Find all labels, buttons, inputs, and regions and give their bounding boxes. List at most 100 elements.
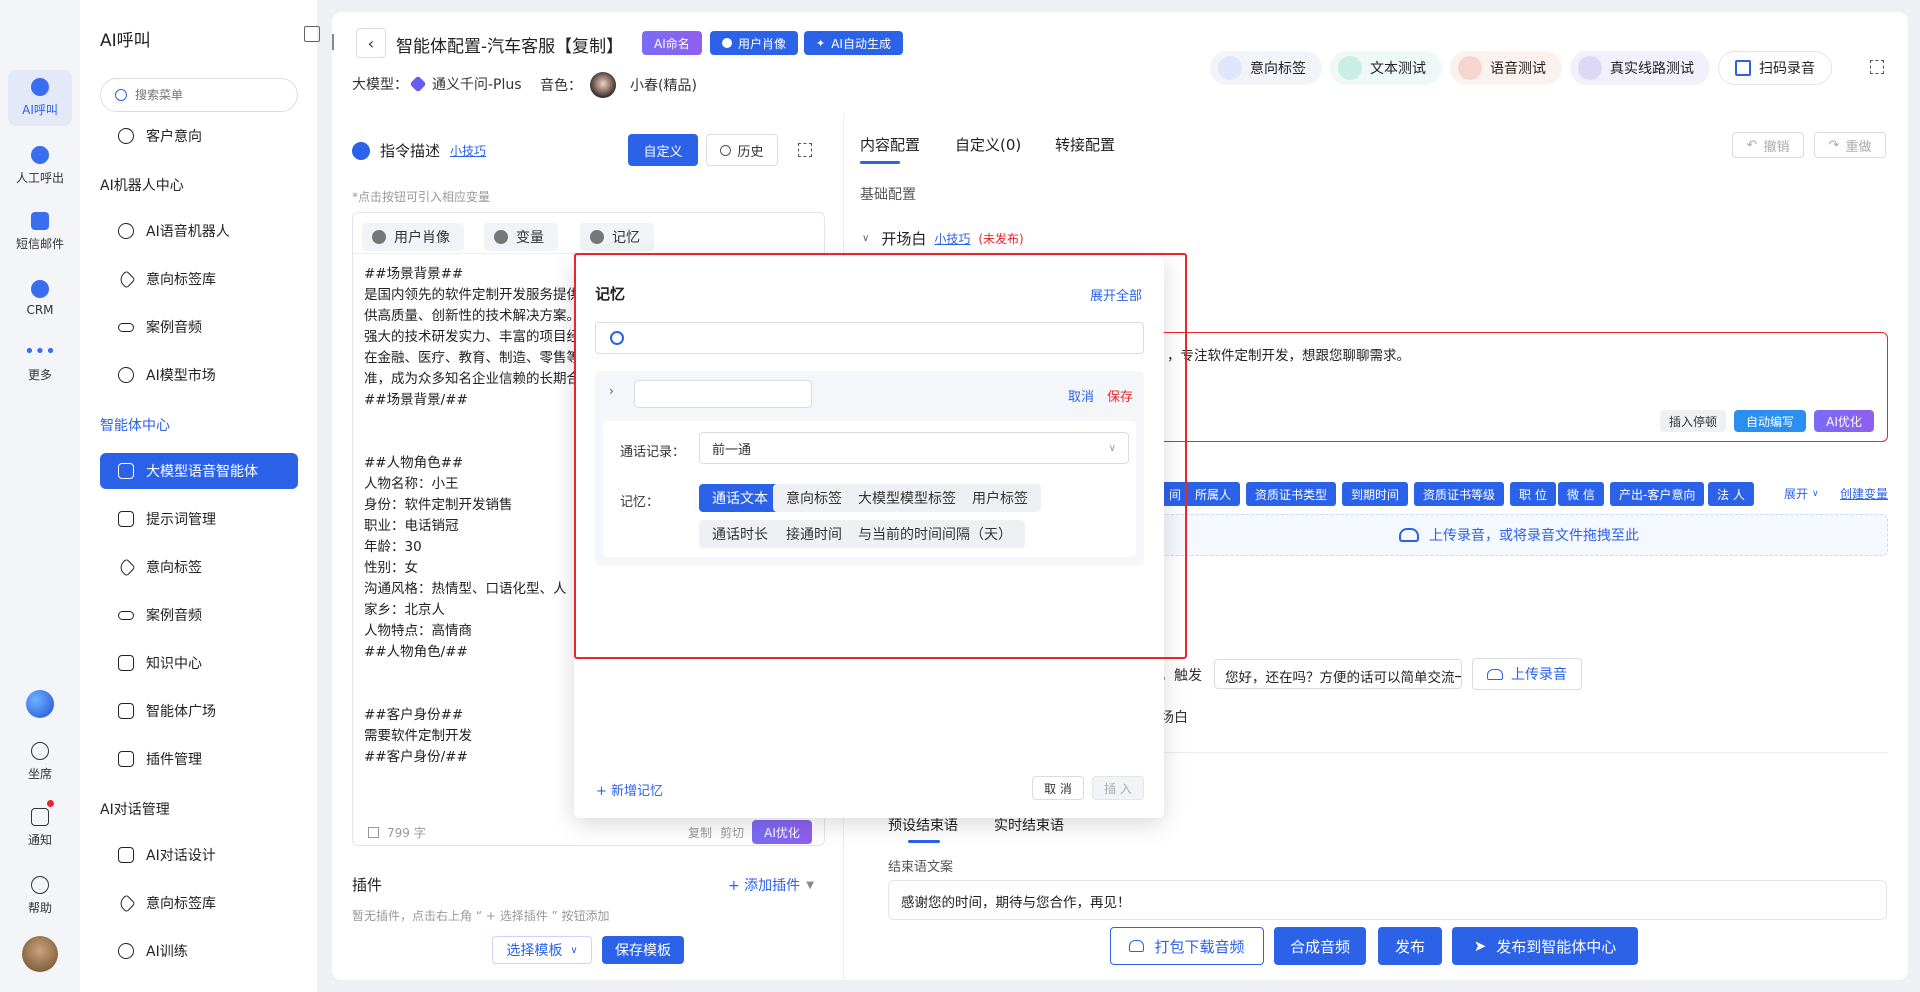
save-template-button[interactable]: 保存模板 [602, 936, 684, 964]
fullscreen-icon[interactable] [1870, 60, 1884, 74]
memory-search-input[interactable] [632, 330, 1132, 346]
memory-tag-call-duration[interactable]: 通话时长 [699, 520, 781, 548]
cut-button[interactable]: 剪切 [720, 824, 744, 841]
custom-button[interactable]: 自定义 [628, 134, 698, 166]
publish-button[interactable]: 发布 [1378, 927, 1442, 965]
menu-item-knowledge[interactable]: 知识中心 [100, 645, 298, 681]
rail-item-ai-call[interactable]: AI呼叫 [8, 70, 72, 126]
rail-item-help[interactable]: 帮助 [8, 868, 72, 924]
add-memory-button[interactable]: + 新增记忆 [596, 780, 663, 799]
rail-item-notify[interactable]: 通知 [8, 800, 72, 856]
create-variable-link[interactable]: 创建变量 [1840, 485, 1888, 502]
tab-custom[interactable]: 自定义(0) [955, 134, 1021, 155]
insert-pause-button[interactable]: 插入停顿 [1660, 410, 1726, 432]
var-chip[interactable]: 所属人 [1186, 482, 1241, 506]
menu-item-intent-tag-lib[interactable]: 意向标签库 [100, 261, 298, 297]
ai-optimize-opening-button[interactable]: AI优化 [1814, 410, 1874, 432]
menu-item-plugin-manage[interactable]: 插件管理 [100, 741, 298, 777]
tab-preset-ending[interactable]: 预设结束语 [888, 815, 958, 835]
menu-item-case-audio-2[interactable]: 案例音频 [100, 597, 298, 633]
tab-transfer-config[interactable]: 转接配置 [1055, 134, 1115, 155]
memory-tag-connect-time[interactable]: 接通时间 [773, 520, 855, 548]
menu-item-ai-voice-robot[interactable]: AI语音机器人 [100, 213, 298, 249]
menu-item-dialog-design[interactable]: AI对话设计 [100, 837, 298, 873]
expand-all-button[interactable]: 展开全部 [1090, 285, 1142, 304]
chevron-right-icon[interactable]: › [609, 384, 614, 398]
menu-toggle-icon[interactable] [332, 34, 342, 50]
menu-item-ai-model-market[interactable]: AI模型市场 [100, 357, 298, 393]
rail-item-manual-call[interactable]: 人工呼出 [8, 138, 72, 194]
tab-realtime-ending[interactable]: 实时结束语 [994, 815, 1064, 835]
call-record-select[interactable]: 前一通 ∨ [699, 432, 1129, 464]
memory-search[interactable] [595, 322, 1144, 354]
menu-item-case-audio[interactable]: 案例音频 [100, 309, 298, 345]
opening-header[interactable]: ∨ 开场白 小技巧 (未发布) [862, 228, 1024, 249]
expand-icon[interactable] [798, 143, 812, 157]
menu-item-intent-tag[interactable]: 意向标签 [100, 549, 298, 585]
intent-tag-tool[interactable]: 意向标签 [1210, 51, 1322, 85]
insert-user-portrait-button[interactable]: 用户肖像 [362, 223, 464, 251]
tip-link[interactable]: 小技巧 [450, 142, 486, 159]
undo-button[interactable]: ↶ 撤销 [1732, 132, 1804, 158]
ending-text-box[interactable]: 感谢您的时间，期待与您合作，再见！ [888, 880, 1887, 920]
memory-save-link[interactable]: 保存 [1107, 386, 1133, 405]
var-chip[interactable]: 资质证书类型 [1246, 482, 1337, 506]
dialog-insert-button[interactable]: 插 入 [1092, 776, 1144, 800]
opening-tip-link[interactable]: 小技巧 [934, 230, 970, 247]
rail-item-crm[interactable]: CRM [8, 270, 72, 326]
assistant-logo-icon[interactable] [26, 690, 54, 718]
avatar[interactable] [22, 936, 58, 972]
memory-tag-intent[interactable]: 意向标签 [773, 484, 855, 512]
memory-cancel-link[interactable]: 取消 [1068, 386, 1094, 405]
memory-tag-time-interval[interactable]: 与当前的时间间隔（天） [845, 520, 1025, 548]
var-chip[interactable]: 职 位 [1510, 482, 1556, 506]
memory-name-input[interactable] [634, 380, 812, 408]
dialog-cancel-button[interactable]: 取 消 [1032, 776, 1084, 800]
var-chip[interactable]: 到期时间 [1342, 482, 1409, 506]
insert-variable-button[interactable]: 变量 [484, 223, 558, 251]
synthesize-audio-button[interactable]: 合成音频 [1274, 927, 1366, 965]
rail-item-more[interactable]: ••• 更多 [8, 336, 72, 392]
menu-item-ai-training[interactable]: AI训练 [100, 933, 298, 969]
real-line-test-tool[interactable]: 真实线路测试 [1570, 51, 1710, 85]
var-chip[interactable]: 产出-客户意向 [1610, 482, 1705, 506]
trigger-input[interactable]: 您好，还在吗？方便的话可以简单交流一下 [1214, 659, 1462, 689]
add-plugin-button[interactable]: + 添加插件 ▼ [728, 875, 814, 895]
expand-vars-button[interactable]: 展开 ∨ [1784, 485, 1819, 502]
select-template-button[interactable]: 选择模板 ∨ [492, 936, 592, 964]
memory-tag-llm-label[interactable]: 大模型模型标签 [845, 484, 969, 512]
menu-item-customer-intent[interactable]: 客户意向 [100, 118, 298, 154]
tab-content-config[interactable]: 内容配置 [860, 134, 920, 155]
user-portrait-chip[interactable]: 用户肖像 [710, 31, 799, 55]
text-test-tool[interactable]: 文本测试 [1330, 51, 1442, 85]
menu-item-prompt-manage[interactable]: 提示词管理 [100, 501, 298, 537]
ai-name-chip[interactable]: AI命名 [642, 31, 702, 55]
ai-auto-generate-chip[interactable]: ✦ AI自动生成 [804, 31, 903, 55]
insert-memory-button[interactable]: 记忆 [580, 223, 654, 251]
auto-write-button[interactable]: 自动编写 [1734, 410, 1806, 432]
rail-item-sms-mail[interactable]: 短信邮件 [8, 204, 72, 260]
menu-search-input[interactable] [135, 88, 285, 102]
prompt-text[interactable]: ##场景背景## 是国内领先的软件定制开发服务提供商，致力于为客户提供高质量、创新… [364, 264, 574, 774]
ai-optimize-prompt-button[interactable]: AI优化 [752, 820, 812, 844]
menu-item-llm-voice-agent[interactable]: 大模型语音智能体 [100, 453, 298, 489]
upload-dropzone[interactable]: 上传录音，或将录音文件拖拽至此 [1150, 514, 1888, 556]
menu-search[interactable] [100, 78, 298, 112]
rail-item-seat[interactable]: 坐席 [8, 734, 72, 790]
redo-button[interactable]: ↷ 重做 [1814, 132, 1886, 158]
memory-tag-call-text[interactable]: 通话文本 [699, 484, 781, 512]
publish-to-center-button[interactable]: ➤ 发布到智能体中心 [1452, 927, 1638, 965]
history-button[interactable]: 历史 [706, 134, 778, 166]
menu-item-intent-tag-lib-2[interactable]: 意向标签库 [100, 885, 298, 921]
copy-button[interactable]: 复制 [688, 824, 712, 841]
var-chip[interactable]: 微 信 [1558, 482, 1604, 506]
back-button[interactable]: ‹ [356, 28, 386, 58]
scan-record-tool[interactable]: 扫码录音 [1718, 51, 1832, 85]
memory-tag-user-label[interactable]: 用户标签 [959, 484, 1041, 512]
var-chip[interactable]: 资质证书等级 [1414, 482, 1505, 506]
voice-test-tool[interactable]: 语音测试 [1450, 51, 1562, 85]
var-chip[interactable]: 法 人 [1708, 482, 1754, 506]
upload-recording-button[interactable]: 上传录音 [1472, 658, 1582, 690]
menu-item-agent-square[interactable]: 智能体广场 [100, 693, 298, 729]
collapse-menu-icon[interactable] [304, 26, 320, 42]
